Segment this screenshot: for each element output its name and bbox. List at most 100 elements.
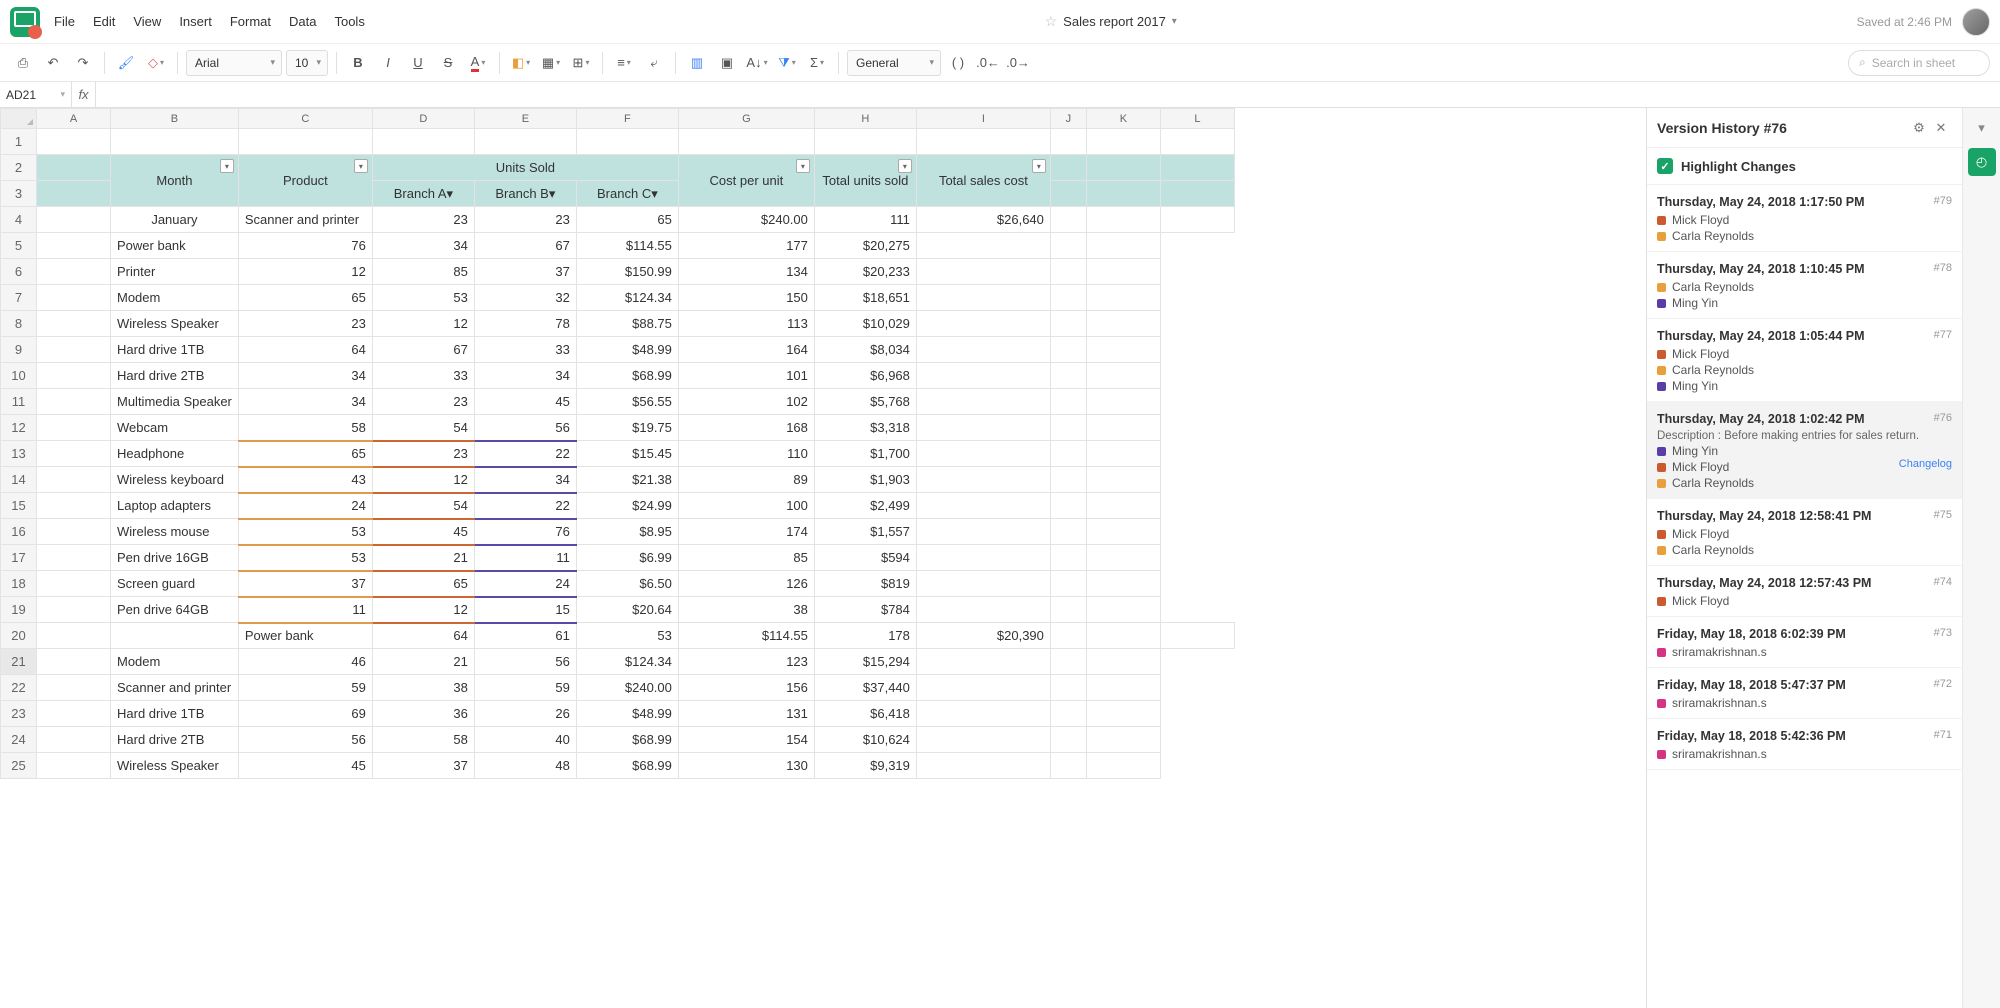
cell-branch-b[interactable]: 12 [372,597,474,623]
strike-button[interactable]: S [435,50,461,76]
cell-total[interactable]: $1,557 [814,519,916,545]
col-header-B[interactable]: B [111,109,239,129]
parentheses-button[interactable]: ( ) [945,50,971,76]
cell-product[interactable]: Wireless Speaker [111,753,239,779]
cell-units[interactable]: 100 [678,493,814,519]
row-header[interactable]: 15 [1,493,37,519]
cell-cost[interactable]: $56.55 [576,389,678,415]
cell-branch-a[interactable]: 64 [238,337,372,363]
cell-total[interactable]: $9,319 [814,753,916,779]
cell-units[interactable]: 123 [678,649,814,675]
cell-branch-c[interactable]: 15 [474,597,576,623]
cell-branch-a[interactable]: 53 [238,519,372,545]
version-item[interactable]: #78 Thursday, May 24, 2018 1:10:45 PM Ca… [1647,252,1962,319]
cell-units[interactable]: 111 [814,207,916,233]
cell-total[interactable]: $1,700 [814,441,916,467]
row-header[interactable]: 18 [1,571,37,597]
cell-branch-b[interactable]: 38 [372,675,474,701]
rail-more-icon[interactable]: ▾ [1968,114,1996,142]
decrease-decimal-button[interactable]: .0← [975,50,1001,76]
cell-units[interactable]: 134 [678,259,814,285]
col-header-K[interactable]: K [1086,109,1160,129]
cell-branch-b[interactable]: 33 [372,363,474,389]
row-header[interactable]: 1 [1,129,37,155]
cell-units[interactable]: 101 [678,363,814,389]
cell-total[interactable]: $6,968 [814,363,916,389]
search-sheet-input[interactable]: ⌕ Search in sheet [1848,50,1990,76]
cell-branch-a[interactable]: 64 [372,623,474,649]
cell-total[interactable]: $784 [814,597,916,623]
col-header-D[interactable]: D [372,109,474,129]
cell-units[interactable]: 85 [678,545,814,571]
cell-branch-b[interactable]: 45 [372,519,474,545]
col-header-E[interactable]: E [474,109,576,129]
cell-branch-b[interactable]: 12 [372,467,474,493]
cell-cost[interactable]: $15.45 [576,441,678,467]
menu-edit[interactable]: Edit [93,14,115,29]
menu-format[interactable]: Format [230,14,271,29]
cell-product[interactable]: Power bank [238,623,372,649]
cell-cost[interactable]: $20.64 [576,597,678,623]
menu-insert[interactable]: Insert [179,14,212,29]
version-item[interactable]: #77 Thursday, May 24, 2018 1:05:44 PM Mi… [1647,319,1962,402]
cell-branch-a[interactable]: 65 [238,441,372,467]
cell-branch-c[interactable]: 78 [474,311,576,337]
hdr-total-units[interactable]: Total units sold▾ [814,155,916,207]
cell-product[interactable]: Scanner and printer [111,675,239,701]
cell-branch-b[interactable]: 23 [372,441,474,467]
cell-cost[interactable]: $48.99 [576,701,678,727]
month-cell[interactable]: January [111,207,239,233]
cell-branch-b[interactable]: 34 [372,233,474,259]
cell-units[interactable]: 102 [678,389,814,415]
col-header-G[interactable]: G [678,109,814,129]
row-header[interactable]: 17 [1,545,37,571]
menu-view[interactable]: View [133,14,161,29]
cell-cost[interactable]: $8.95 [576,519,678,545]
col-header-F[interactable]: F [576,109,678,129]
italic-button[interactable]: I [375,50,401,76]
cell-product[interactable]: Wireless mouse [111,519,239,545]
cell-branch-a[interactable]: 65 [238,285,372,311]
redo-button[interactable]: ↷ [70,50,96,76]
cell-cost[interactable]: $24.99 [576,493,678,519]
hdr-branch-a[interactable]: Branch A▾ [372,181,474,207]
cell-units[interactable]: 178 [814,623,916,649]
cell[interactable] [576,129,678,155]
row-header[interactable]: 12 [1,415,37,441]
underline-button[interactable]: U [405,50,431,76]
chevron-down-icon[interactable]: ▾ [1172,16,1177,27]
hdr-product[interactable]: Product▾ [238,155,372,207]
row-header[interactable]: 22 [1,675,37,701]
wrap-button[interactable]: ⤶ [641,50,667,76]
cell-cost[interactable]: $68.99 [576,363,678,389]
cell-product[interactable]: Multimedia Speaker [111,389,239,415]
version-item[interactable]: #75 Thursday, May 24, 2018 12:58:41 PM M… [1647,499,1962,566]
cell-branch-c[interactable]: 22 [474,441,576,467]
cell-product[interactable]: Laptop adapters [111,493,239,519]
cell-branch-c[interactable]: 53 [576,623,678,649]
font-family-select[interactable]: Arial [186,50,282,76]
cell-branch-a[interactable]: 69 [238,701,372,727]
cell-branch-c[interactable]: 33 [474,337,576,363]
cell-units[interactable]: 164 [678,337,814,363]
cell-branch-a[interactable]: 24 [238,493,372,519]
print-button[interactable]: ⎙ [10,50,36,76]
cell-branch-b[interactable]: 23 [474,207,576,233]
cell-units[interactable]: 89 [678,467,814,493]
cell[interactable] [474,129,576,155]
cell[interactable] [1086,129,1160,155]
cell-total[interactable]: $8,034 [814,337,916,363]
cell-branch-b[interactable]: 36 [372,701,474,727]
cell[interactable] [372,129,474,155]
cell-branch-a[interactable]: 11 [238,597,372,623]
cell-total[interactable]: $6,418 [814,701,916,727]
cell-branch-c[interactable]: 65 [576,207,678,233]
cell-branch-a[interactable]: 53 [238,545,372,571]
cell-units[interactable]: 156 [678,675,814,701]
cell[interactable] [1050,129,1086,155]
function-button[interactable]: Σ [804,50,830,76]
formula-input[interactable] [96,82,2000,107]
chart-button[interactable]: ▥ [684,50,710,76]
cell-branch-a[interactable]: 23 [372,207,474,233]
row-header[interactable]: 6 [1,259,37,285]
